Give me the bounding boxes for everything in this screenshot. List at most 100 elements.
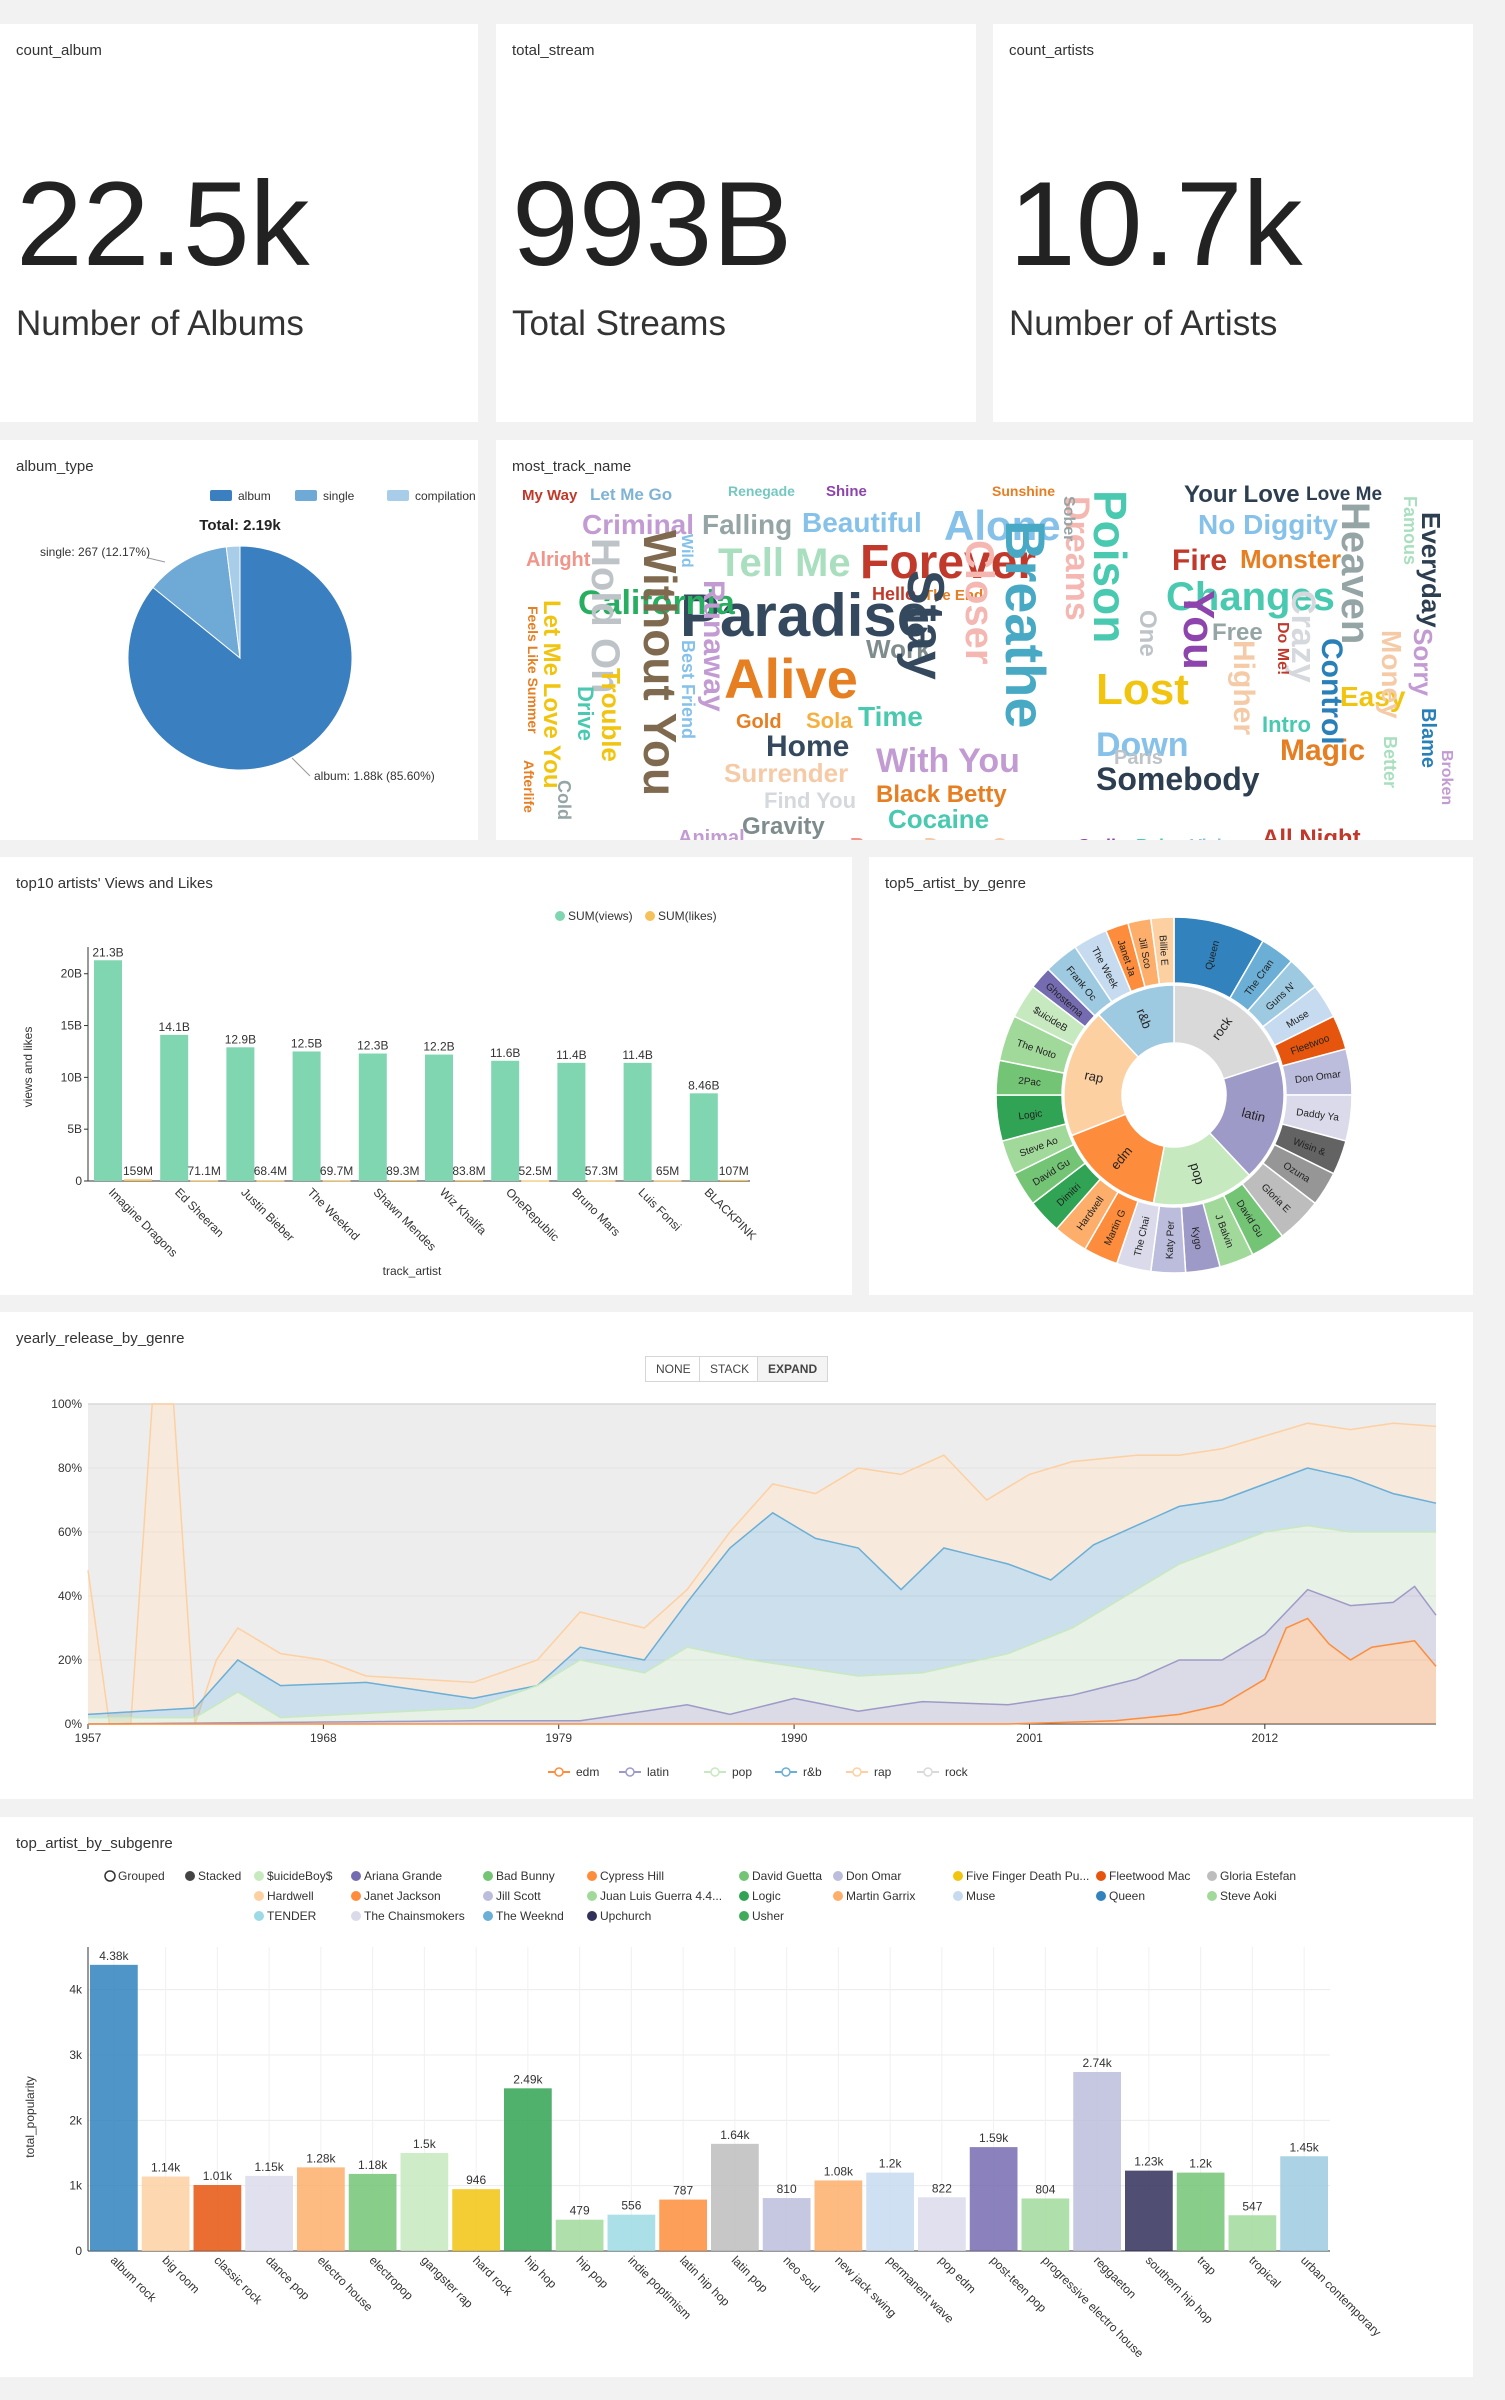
bar-value-label: 1.18k [358, 2158, 388, 2172]
subgenre-bar [245, 2175, 293, 2251]
bar-views [689, 1093, 718, 1181]
word-cloud-word: Do Me! [1274, 622, 1291, 675]
bar-value-label: 547 [1242, 2199, 1262, 2213]
legend-swatch [587, 1911, 597, 1921]
x-tick-label: album rock [108, 2253, 160, 2305]
word-cloud-word: Best Friend [678, 640, 698, 739]
album-type-card: album_type album single compilation Total: … [0, 440, 478, 840]
legend-label: pop [732, 1765, 752, 1779]
bar-label-views: 12.3B [357, 1039, 388, 1053]
bar-value-label: 1.14k [151, 2161, 181, 2175]
word-cloud-word: Drive [573, 686, 598, 741]
subgenre-bar [1228, 2215, 1277, 2251]
y-tick-label: 2k [69, 2113, 83, 2127]
subgenre-card: top_artist_by_subgenre Grouped Stacked $ui… [0, 1817, 1473, 2377]
legend-label: $uicideBoy$ [267, 1869, 333, 1883]
subgenre-bar [762, 2198, 811, 2251]
slice-label-album: album: 1.88k (85.60%) [314, 769, 435, 783]
word-cloud-word: Cold [554, 780, 574, 820]
x-tick-label: hard rock [470, 2253, 516, 2299]
x-tick-label: trap [1195, 2253, 1220, 2278]
bar-label-likes: 69.7M [320, 1164, 353, 1178]
word-cloud-word: Wild [678, 534, 695, 568]
bar-value-label: 1.23k [1134, 2155, 1164, 2169]
bar-likes [190, 1180, 219, 1182]
subgenre-bar [1280, 2156, 1328, 2251]
x-tick-label: 2012 [1251, 1731, 1278, 1745]
subgenre-bar [607, 2214, 656, 2251]
card-title: count_artists [1009, 42, 1095, 59]
word-cloud-word: Poison [1084, 490, 1136, 643]
word-cloud-word: Lost [1096, 665, 1189, 714]
word-cloud-word: Beautiful [802, 507, 922, 538]
x-tick-label: reggaeton [1091, 2253, 1139, 2301]
legend-label: Ariana Grande [364, 1869, 442, 1883]
word-cloud-word: Monster [1240, 544, 1341, 574]
legend-label: Gloria Estefan [1220, 1869, 1296, 1883]
legend-marker [852, 1767, 862, 1777]
y-tick-label: 80% [58, 1461, 82, 1475]
kpi-label: Number of Artists [1009, 304, 1278, 343]
word-cloud-word: Sunshine [992, 483, 1055, 499]
legend-label: Five Finger Death Pu... [966, 1869, 1089, 1883]
bar-value-label: 1.64k [720, 2128, 750, 2142]
kpi-value: 993B [512, 157, 793, 291]
bar-value-label: 810 [777, 2182, 797, 2196]
bar-value-label: 479 [570, 2204, 590, 2218]
legend-swatch [587, 1871, 597, 1881]
grouped-label: Grouped [118, 1869, 165, 1883]
word-cloud-word: Higher [1227, 640, 1260, 735]
legend-swatch [1096, 1871, 1106, 1881]
bar-label-likes: 83.8M [452, 1164, 485, 1178]
word-cloud-word: Renegade [728, 483, 795, 499]
top10-bar-chart: SUM(views) SUM(likes) 0 5B 10B 15B 20B views an… [21, 909, 759, 1278]
bar-label-likes: 107M [719, 1164, 749, 1178]
bar-value-label: 2.49k [513, 2072, 543, 2086]
legend-swatch [833, 1891, 843, 1901]
subgenre-bar [1073, 2071, 1121, 2251]
legend-label: Fleetwood Mac [1109, 1869, 1190, 1883]
card-title: total_stream [512, 42, 595, 59]
leader-line [147, 557, 166, 563]
bar-views [94, 960, 122, 1181]
pie-total-label: Total: 2.19k [199, 517, 281, 534]
legend-label: edm [576, 1765, 599, 1779]
bar-value-label: 1.45k [1289, 2140, 1319, 2154]
bar-value-label: 1.2k [1189, 2157, 1213, 2171]
x-tick-label: 1957 [75, 1731, 102, 1745]
legend-swatch [351, 1871, 361, 1881]
bar-label-views: 12.9B [225, 1032, 256, 1046]
legend-label: Janet Jackson [364, 1889, 441, 1903]
bar-label-views: 11.4B [622, 1048, 652, 1062]
word-cloud: My Way Let Me Go Renegade Shine Sunshine Your… [521, 481, 1455, 840]
bar-views [557, 1062, 586, 1181]
legend-swatch [254, 1891, 264, 1901]
legend-label: Steve Aoki [1220, 1889, 1277, 1903]
album-type-pie-chart: album single compilation Total: 2.19k single… [40, 489, 476, 783]
word-cloud-word: Alive [724, 647, 858, 710]
y-tick-label: 20B [61, 967, 82, 981]
legend-swatch [739, 1871, 749, 1881]
sunburst-outer-label: Billie E [1157, 935, 1170, 967]
bar-value-label: 2.74k [1082, 2056, 1112, 2070]
legend-marker [710, 1767, 720, 1777]
word-cloud-word: Surrender [724, 758, 848, 788]
bar-label-views: 14.1B [159, 1020, 190, 1034]
word-cloud-word: You [1174, 590, 1223, 670]
yearly-card: yearly_release_by_genre NONE STACK EXPAN… [0, 1312, 1473, 1799]
y-tick-label: 60% [58, 1525, 82, 1539]
bar-value-label: 822 [932, 2181, 952, 2195]
word-cloud-word: Sorry [1408, 628, 1438, 696]
bar-likes [322, 1180, 351, 1182]
stacked-radio [185, 1871, 195, 1881]
legend-label: Usher [752, 1909, 784, 1923]
subgenre-bar [969, 2147, 1018, 2251]
legend-label: Logic [752, 1889, 781, 1903]
word-cloud-word: Better [1380, 736, 1400, 788]
word-cloud-word: Animal [678, 827, 745, 840]
legend-swatch [587, 1891, 597, 1901]
word-cloud-word: Baby [1136, 836, 1180, 840]
word-cloud-word: Time [858, 701, 923, 732]
x-axis-label: track_artist [383, 1264, 442, 1278]
subgenre-bar [866, 2172, 914, 2251]
